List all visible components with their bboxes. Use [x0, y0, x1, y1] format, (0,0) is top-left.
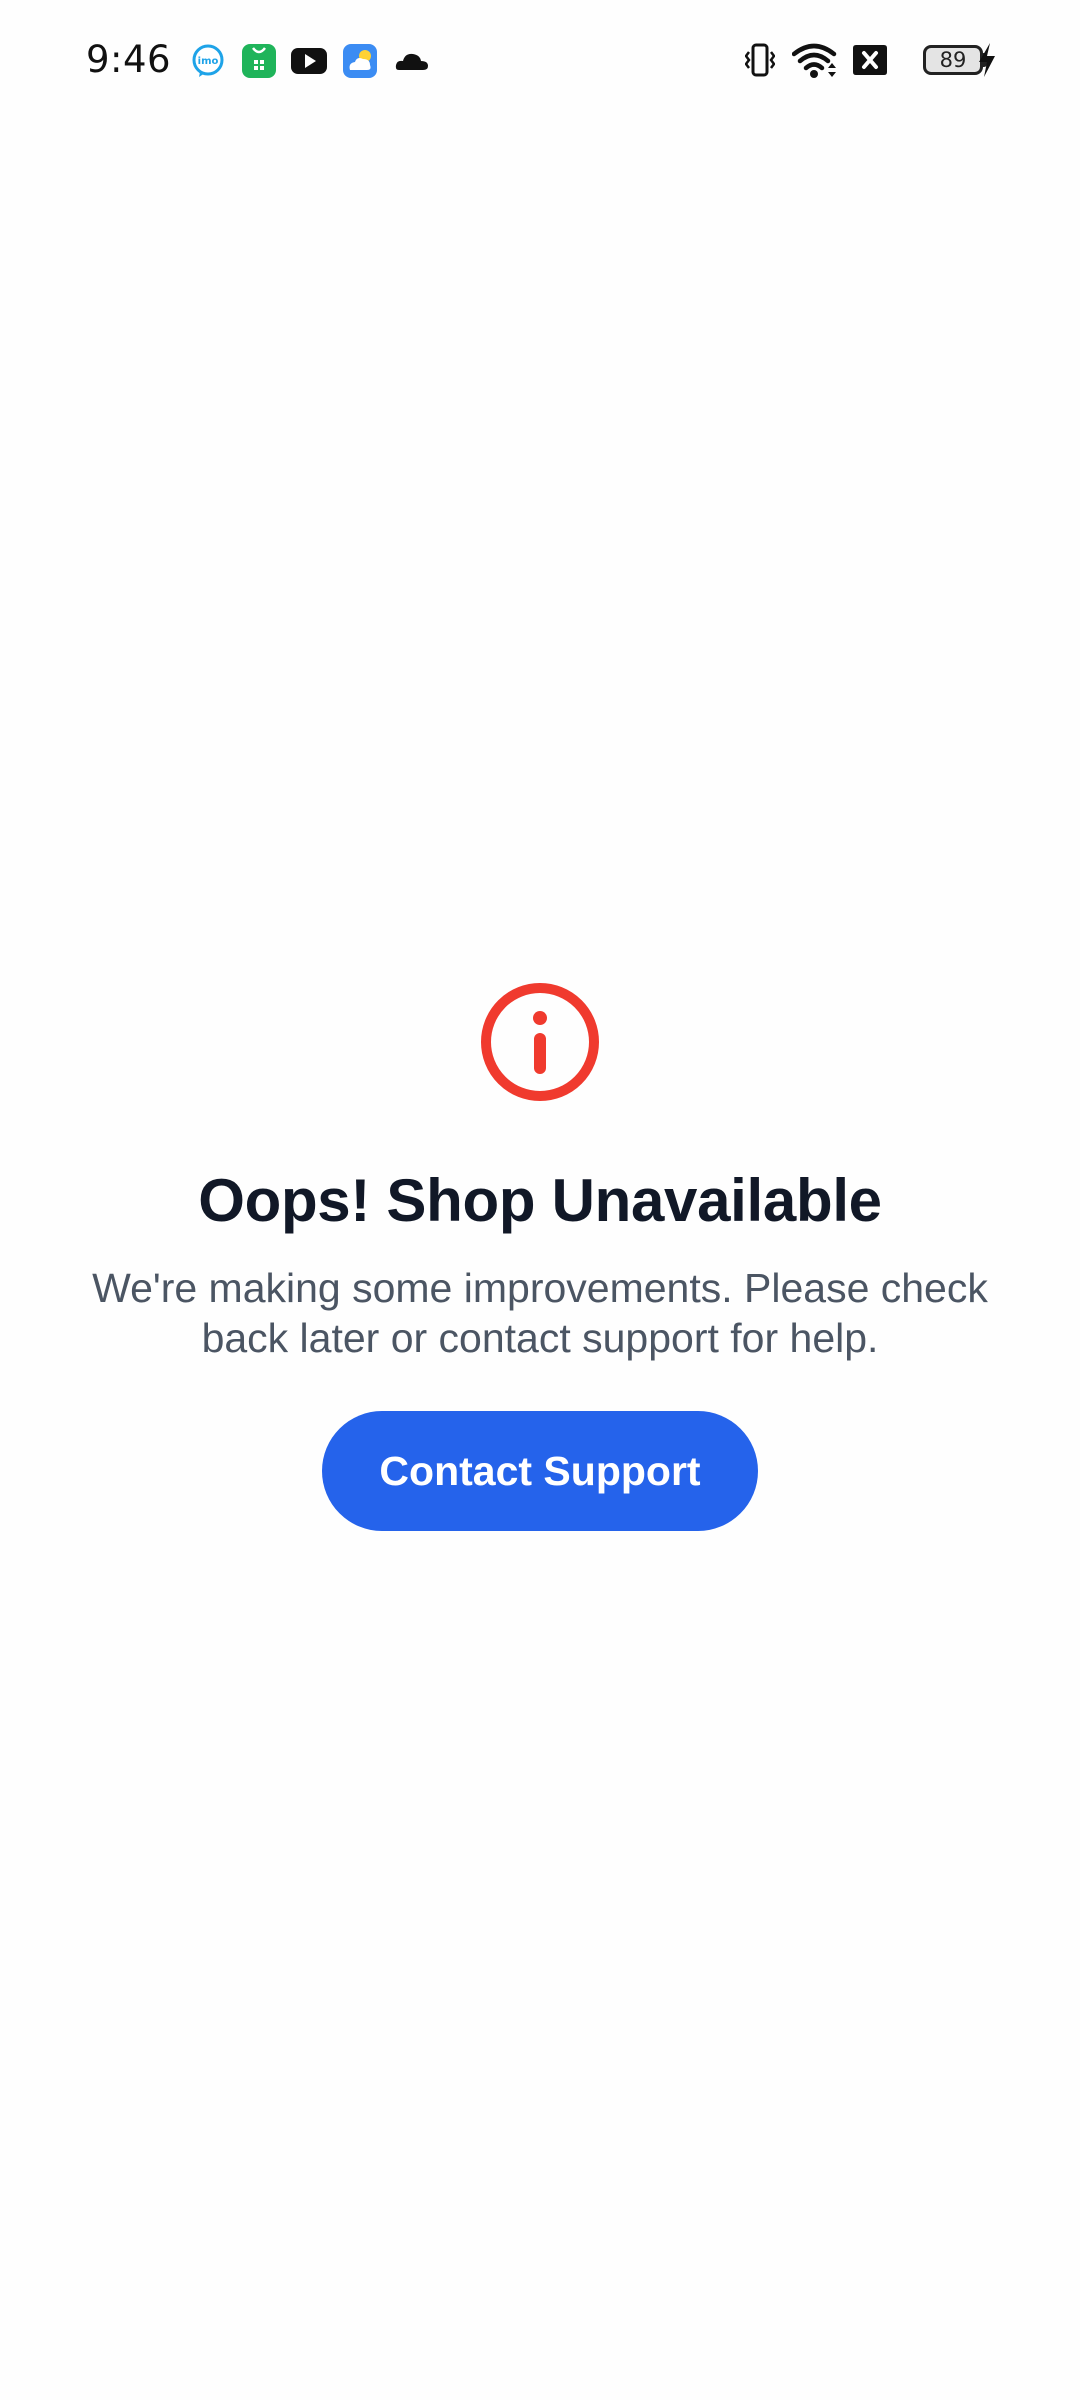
no-sim-icon	[853, 45, 887, 75]
battery-icon: 89	[923, 45, 983, 75]
info-alert-icon	[481, 983, 599, 1101]
wifi-icon	[792, 43, 837, 78]
youtube-icon	[291, 48, 327, 74]
status-bar: 9:46 imo 89	[0, 0, 1080, 120]
svg-text:imo: imo	[198, 56, 219, 67]
imo-icon: imo	[192, 44, 224, 77]
cloud-icon	[395, 53, 428, 70]
charging-icon	[979, 43, 995, 77]
status-time: 9:46	[86, 38, 172, 81]
weather-icon	[343, 44, 377, 78]
battery-level-text: 89	[939, 48, 967, 72]
app-store-icon	[242, 44, 276, 78]
error-title: Oops! Shop Unavailable	[198, 1167, 882, 1234]
vibrate-icon	[745, 43, 775, 77]
error-message: We're making some improvements. Please c…	[92, 1265, 988, 1361]
error-state: Oops! Shop Unavailable We're making some…	[0, 980, 1080, 1531]
contact-support-button[interactable]: Contact Support	[322, 1411, 758, 1531]
